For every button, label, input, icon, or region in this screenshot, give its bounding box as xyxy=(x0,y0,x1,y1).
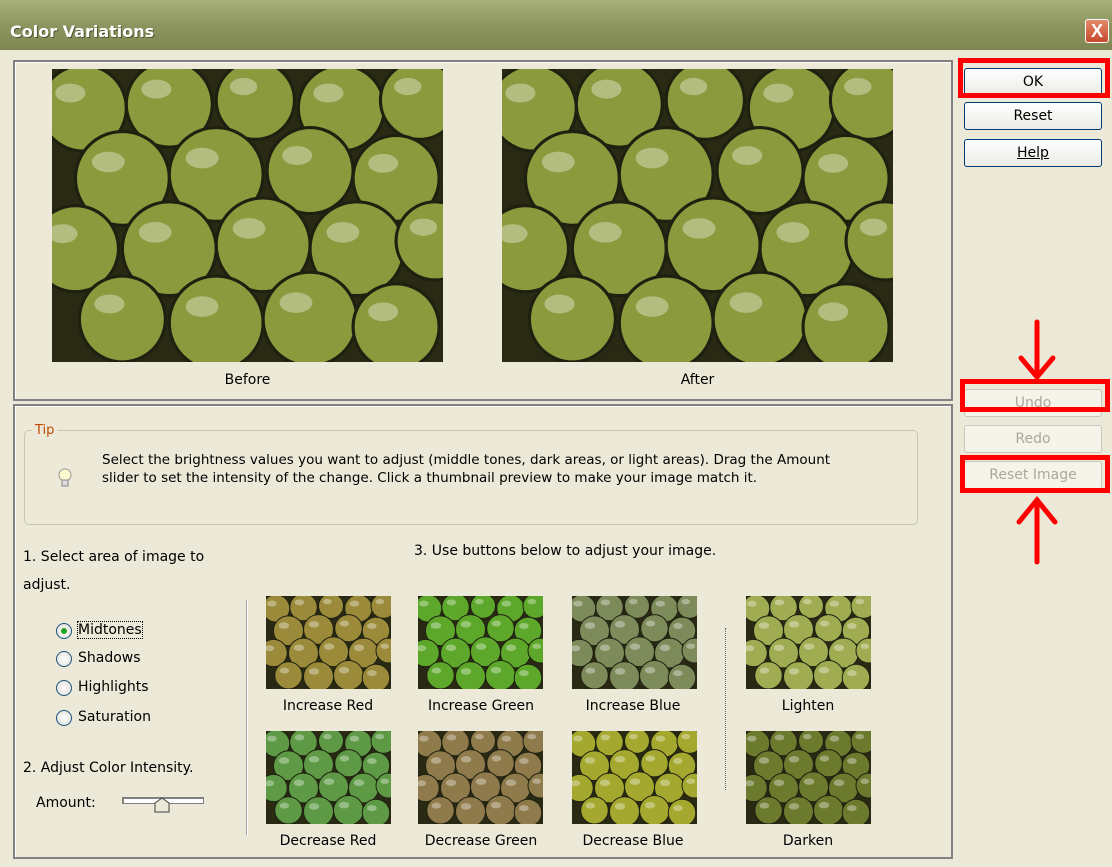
tip-text: Select the brightness values you want to… xyxy=(102,452,831,486)
dotted-divider xyxy=(725,628,726,790)
midtones-radio[interactable] xyxy=(56,623,72,639)
step3-label: 3. Use buttons below to adjust your imag… xyxy=(414,543,717,559)
decrease-blue-image xyxy=(572,731,697,824)
decrease-green-label: Decrease Green xyxy=(424,833,538,849)
decrease-blue-thumbnail[interactable] xyxy=(572,731,697,824)
midtones-label[interactable]: Midtones xyxy=(77,621,143,639)
increase-red-label: Increase Red xyxy=(282,698,374,714)
decrease-green-image xyxy=(418,731,543,824)
increase-blue-image xyxy=(572,596,697,689)
lighten-label: Lighten xyxy=(781,698,835,714)
increase-green-image xyxy=(418,596,543,689)
saturation-radio[interactable] xyxy=(56,710,72,726)
decrease-blue-label: Decrease Blue xyxy=(582,833,684,849)
step2-label: 2. Adjust Color Intensity. xyxy=(23,760,194,776)
lightbulb-icon xyxy=(58,468,72,487)
increase-green-thumbnail[interactable] xyxy=(418,596,543,689)
lighten-thumbnail[interactable] xyxy=(746,596,871,689)
amount-label: Amount: xyxy=(36,795,96,811)
radio-selected-dot xyxy=(61,628,67,634)
step1-label: 1. Select area of image to adjust. xyxy=(23,549,205,593)
decrease-red-image xyxy=(266,731,391,824)
decrease-green-thumbnail[interactable] xyxy=(418,731,543,824)
decrease-red-thumbnail[interactable] xyxy=(266,731,391,824)
increase-blue-label: Increase Blue xyxy=(585,698,681,714)
increase-red-image xyxy=(266,596,391,689)
lighten-image xyxy=(746,596,871,689)
darken-thumbnail[interactable] xyxy=(746,731,871,824)
highlights-label[interactable]: Highlights xyxy=(78,679,149,695)
saturation-label[interactable]: Saturation xyxy=(78,709,151,725)
tip-label: Tip xyxy=(32,423,58,438)
darken-image xyxy=(746,731,871,824)
increase-red-thumbnail[interactable] xyxy=(266,596,391,689)
shadows-radio[interactable] xyxy=(56,651,72,667)
vertical-divider xyxy=(246,600,247,835)
decrease-red-label: Decrease Red xyxy=(279,833,377,849)
increase-blue-thumbnail[interactable] xyxy=(572,596,697,689)
increase-green-label: Increase Green xyxy=(427,698,535,714)
amount-slider-thumb[interactable] xyxy=(154,797,170,813)
highlights-radio[interactable] xyxy=(56,680,72,696)
darken-label: Darken xyxy=(782,833,834,849)
shadows-label[interactable]: Shadows xyxy=(78,650,141,666)
